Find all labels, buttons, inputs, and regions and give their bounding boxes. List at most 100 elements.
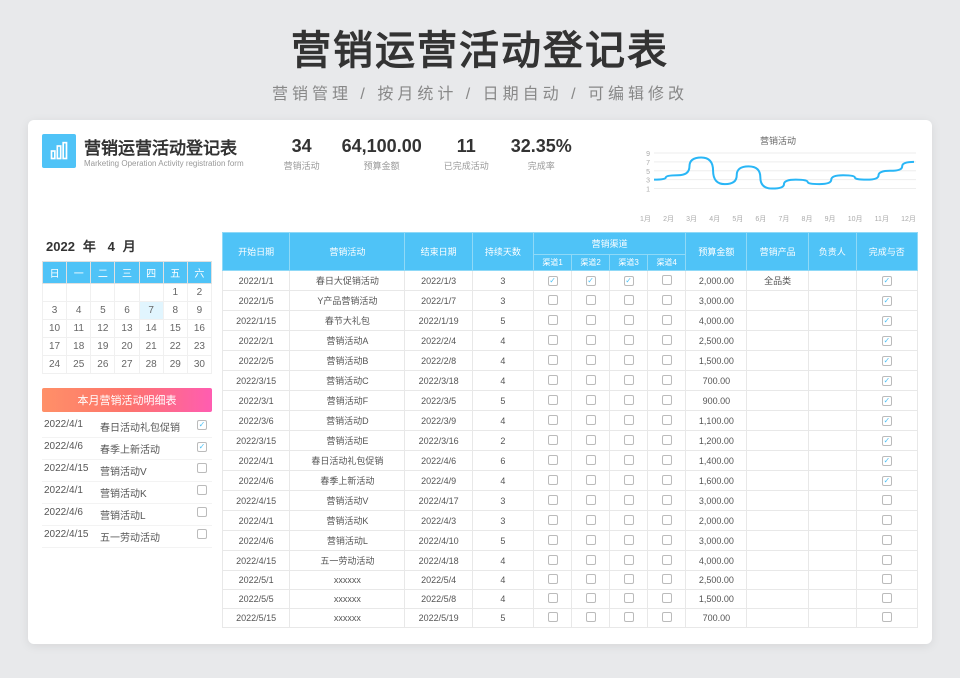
calendar-day[interactable]: 15 (163, 320, 187, 338)
checkbox-icon[interactable] (624, 475, 634, 485)
checkbox-icon[interactable] (197, 463, 207, 473)
calendar-day[interactable]: 7 (139, 302, 163, 320)
calendar-day[interactable]: 8 (163, 302, 187, 320)
calendar-day[interactable]: 9 (187, 302, 211, 320)
checkbox-icon[interactable] (882, 356, 892, 366)
checkbox-icon[interactable] (586, 593, 596, 603)
table-row[interactable]: 2022/3/15营销活动E2022/3/162 1,200.00 (223, 431, 918, 451)
calendar-day[interactable]: 4 (67, 302, 91, 320)
checkbox-icon[interactable] (882, 555, 892, 565)
checkbox-icon[interactable] (197, 485, 207, 495)
checkbox-icon[interactable] (197, 529, 207, 539)
checkbox-icon[interactable] (586, 375, 596, 385)
table-row[interactable]: 2022/2/5营销活动B2022/2/84 1,500.00 (223, 351, 918, 371)
calendar-day[interactable] (115, 284, 139, 302)
checkbox-icon[interactable] (662, 555, 672, 565)
col-end[interactable]: 结束日期 (405, 233, 472, 271)
checkbox-icon[interactable] (548, 495, 558, 505)
calendar-day[interactable]: 6 (115, 302, 139, 320)
checkbox-icon[interactable] (882, 396, 892, 406)
calendar-day[interactable] (91, 284, 115, 302)
checkbox-icon[interactable] (548, 295, 558, 305)
checkbox-icon[interactable] (882, 476, 892, 486)
checkbox-icon[interactable] (624, 535, 634, 545)
checkbox-icon[interactable] (586, 515, 596, 525)
checkbox-icon[interactable] (624, 495, 634, 505)
calendar-day[interactable]: 23 (187, 338, 211, 356)
checkbox-icon[interactable] (548, 415, 558, 425)
col-done[interactable]: 完成与否 (856, 233, 917, 271)
checkbox-icon[interactable] (882, 276, 892, 286)
table-row[interactable]: 2022/4/15五一劳动活动2022/4/184 4,000.00 (223, 551, 918, 571)
checkbox-icon[interactable] (662, 574, 672, 584)
col-start[interactable]: 开始日期 (223, 233, 290, 271)
checkbox-icon[interactable] (882, 436, 892, 446)
calendar-day[interactable]: 26 (91, 356, 115, 374)
col-product[interactable]: 营销产品 (747, 233, 808, 271)
checkbox-icon[interactable] (662, 315, 672, 325)
checkbox-icon[interactable] (624, 574, 634, 584)
checkbox-icon[interactable] (586, 555, 596, 565)
checkbox-icon[interactable] (548, 455, 558, 465)
checkbox-icon[interactable] (548, 515, 558, 525)
checkbox-icon[interactable] (624, 355, 634, 365)
calendar-day[interactable]: 3 (43, 302, 67, 320)
checkbox-icon[interactable] (882, 456, 892, 466)
checkbox-icon[interactable] (586, 455, 596, 465)
col-ch3[interactable]: 渠道3 (610, 255, 648, 271)
checkbox-icon[interactable] (624, 315, 634, 325)
checkbox-icon[interactable] (662, 612, 672, 622)
checkbox-icon[interactable] (548, 355, 558, 365)
checkbox-icon[interactable] (197, 507, 207, 517)
checkbox-icon[interactable] (662, 275, 672, 285)
checkbox-icon[interactable] (662, 475, 672, 485)
checkbox-icon[interactable] (662, 435, 672, 445)
calendar[interactable]: 日一二三四五六123456789101112131415161718192021… (42, 261, 212, 374)
checkbox-icon[interactable] (548, 574, 558, 584)
checkbox-icon[interactable] (882, 495, 892, 505)
checkbox-icon[interactable] (197, 442, 207, 452)
table-row[interactable]: 2022/5/5xxxxxx2022/5/84 1,500.00 (223, 590, 918, 609)
table-row[interactable]: 2022/4/6营销活动L2022/4/105 3,000.00 (223, 531, 918, 551)
calendar-day[interactable]: 28 (139, 356, 163, 374)
calendar-day[interactable]: 25 (67, 356, 91, 374)
calendar-day[interactable]: 21 (139, 338, 163, 356)
checkbox-icon[interactable] (882, 612, 892, 622)
checkbox-icon[interactable] (882, 535, 892, 545)
checkbox-icon[interactable] (662, 375, 672, 385)
checkbox-icon[interactable] (586, 276, 596, 286)
checkbox-icon[interactable] (882, 416, 892, 426)
table-row[interactable]: 2022/1/1春日大促销活动2022/1/33 2,000.00全品类 (223, 271, 918, 291)
checkbox-icon[interactable] (624, 335, 634, 345)
checkbox-icon[interactable] (548, 435, 558, 445)
col-channels[interactable]: 营销渠道 (534, 233, 686, 255)
table-row[interactable]: 2022/3/6营销活动D2022/3/94 1,100.00 (223, 411, 918, 431)
col-budget[interactable]: 预算金额 (686, 233, 747, 271)
checkbox-icon[interactable] (662, 455, 672, 465)
calendar-day[interactable]: 19 (91, 338, 115, 356)
checkbox-icon[interactable] (624, 276, 634, 286)
checkbox-icon[interactable] (586, 495, 596, 505)
checkbox-icon[interactable] (882, 574, 892, 584)
checkbox-icon[interactable] (586, 315, 596, 325)
checkbox-icon[interactable] (548, 593, 558, 603)
calendar-day[interactable]: 30 (187, 356, 211, 374)
calendar-day[interactable]: 5 (91, 302, 115, 320)
checkbox-icon[interactable] (662, 593, 672, 603)
checkbox-icon[interactable] (586, 415, 596, 425)
checkbox-icon[interactable] (882, 296, 892, 306)
checkbox-icon[interactable] (882, 376, 892, 386)
checkbox-icon[interactable] (662, 295, 672, 305)
table-row[interactable]: 2022/4/1营销活动K2022/4/33 2,000.00 (223, 511, 918, 531)
checkbox-icon[interactable] (624, 612, 634, 622)
checkbox-icon[interactable] (586, 535, 596, 545)
calendar-day[interactable]: 14 (139, 320, 163, 338)
checkbox-icon[interactable] (882, 593, 892, 603)
table-row[interactable]: 2022/5/1xxxxxx2022/5/44 2,500.00 (223, 571, 918, 590)
calendar-day[interactable]: 2 (187, 284, 211, 302)
calendar-day[interactable]: 18 (67, 338, 91, 356)
checkbox-icon[interactable] (586, 475, 596, 485)
calendar-day[interactable]: 29 (163, 356, 187, 374)
checkbox-icon[interactable] (586, 612, 596, 622)
checkbox-icon[interactable] (624, 455, 634, 465)
